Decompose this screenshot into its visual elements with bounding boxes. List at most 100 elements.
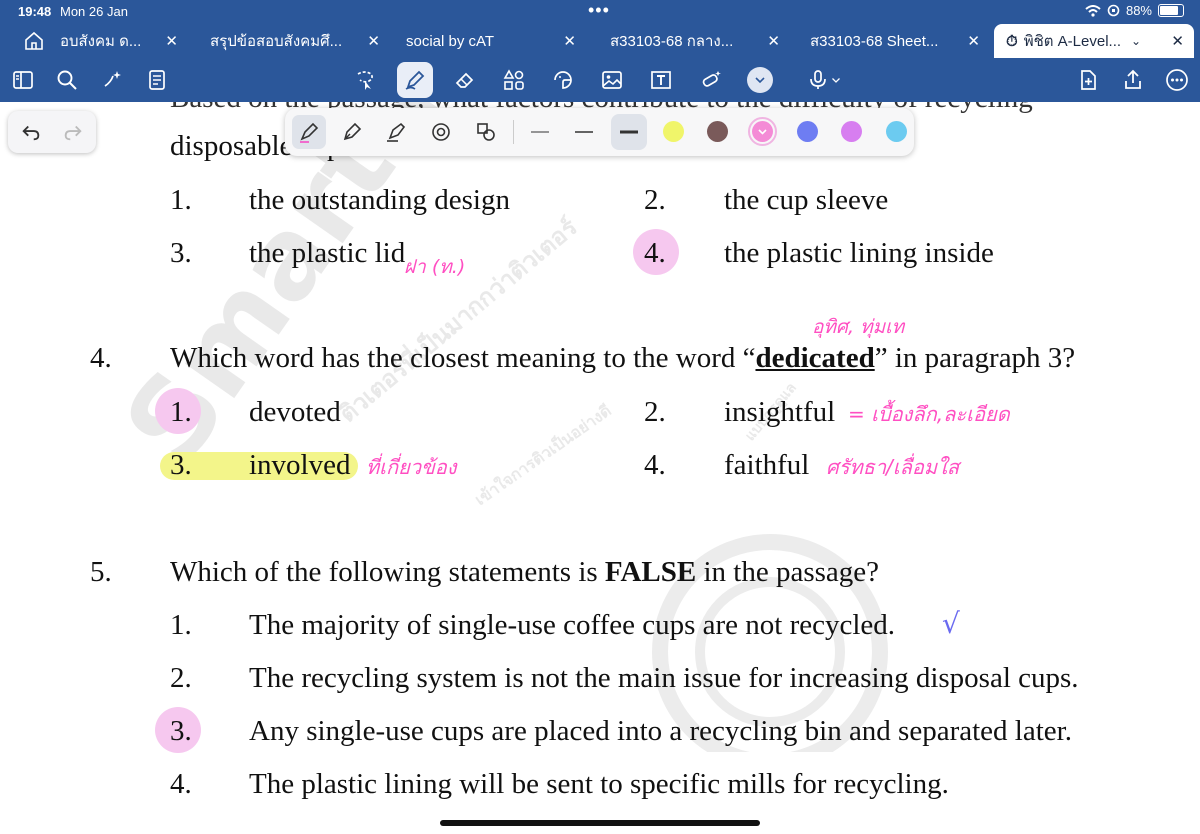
- option-text: involved: [249, 449, 351, 481]
- eraser-icon[interactable]: [450, 65, 480, 95]
- share-icon[interactable]: [1118, 65, 1148, 95]
- document-page[interactable]: Smart Me ติวเตอร์ที่เป็นมากกว่าติวเตอร์ …: [0, 102, 1200, 834]
- shapes-icon[interactable]: [499, 65, 529, 95]
- tab-label: อบสังคม ด...: [60, 33, 142, 50]
- sparkle-icon[interactable]: [98, 65, 128, 95]
- timer-icon: ⏱: [1006, 32, 1018, 50]
- status-date: Mon 26 Jan: [60, 4, 128, 19]
- color-swatch[interactable]: [797, 121, 818, 142]
- option-num: 1.: [170, 396, 192, 428]
- notes-icon[interactable]: [142, 65, 172, 95]
- image-icon[interactable]: [597, 65, 627, 95]
- undo-redo-panel: [8, 111, 96, 153]
- chevron-down-icon[interactable]: ⌄: [1131, 34, 1141, 48]
- option-num: 2.: [644, 184, 666, 216]
- chevron-down-icon: [758, 129, 767, 135]
- multitask-dots-icon[interactable]: •••: [588, 0, 610, 21]
- add-page-icon[interactable]: [1073, 65, 1103, 95]
- question-pre: Which word has the closest meaning to th…: [170, 342, 756, 374]
- tab-4[interactable]: ส33103-68 Sheet... ✕: [810, 24, 990, 58]
- question-pre: Which of the following statements is: [170, 556, 605, 588]
- check-mark-icon: √: [942, 607, 960, 640]
- tab-5-active[interactable]: ⏱ พิชิต A-Level... ⌄ ✕: [994, 24, 1194, 58]
- option-num: 3.: [170, 237, 192, 269]
- close-icon[interactable]: ✕: [767, 32, 780, 50]
- battery-icon: [1158, 4, 1184, 17]
- more-chevron-icon[interactable]: [747, 67, 773, 93]
- highlighter-icon[interactable]: [381, 117, 411, 147]
- question-number: 5.: [90, 556, 112, 588]
- thick-stroke-icon[interactable]: [611, 114, 647, 150]
- handwritten-note: = เบื้องลึก,ละเอียด: [848, 402, 1010, 426]
- status-right: 88%: [1085, 3, 1184, 18]
- option-text: faithful: [724, 449, 810, 481]
- tab-2[interactable]: social by cAT ✕: [406, 24, 586, 58]
- question-number: 4.: [90, 342, 112, 374]
- option-text: The recycling system is not the main iss…: [249, 662, 1079, 694]
- handwritten-note: ที่เกี่ยวข้อง: [366, 455, 457, 479]
- close-icon[interactable]: ✕: [165, 32, 178, 50]
- question-keyword: dedicated: [755, 342, 875, 374]
- option-text: the outstanding design: [249, 184, 510, 216]
- tab-label: พิชิต A-Level...: [1023, 33, 1122, 50]
- divider: [513, 120, 514, 144]
- option-num: 3.: [170, 715, 192, 747]
- tab-1[interactable]: สรุปข้อสอบสังคมศึ... ✕: [210, 24, 390, 58]
- textbox-icon[interactable]: [646, 65, 676, 95]
- tape-icon[interactable]: [696, 65, 726, 95]
- home-icon[interactable]: [22, 29, 46, 53]
- fineliner-icon[interactable]: [292, 115, 326, 149]
- color-swatch[interactable]: [886, 121, 907, 142]
- question-keyword: FALSE: [604, 556, 697, 588]
- status-bar: 19:48 Mon 26 Jan ••• 88%: [0, 0, 1200, 24]
- lasso-icon[interactable]: [350, 65, 380, 95]
- mic-icon[interactable]: [800, 65, 848, 95]
- handwritten-note: ศรัทธา/เลื่อมใส: [826, 455, 960, 479]
- color-swatch[interactable]: [707, 121, 728, 142]
- option-num: 1.: [170, 184, 192, 216]
- chevron-down-icon: [832, 78, 840, 83]
- undo-icon[interactable]: [20, 121, 42, 143]
- toolbar: [0, 58, 1200, 102]
- option-text: insightful: [724, 396, 836, 428]
- home-indicator[interactable]: [440, 820, 760, 826]
- watermark-logo-icon: [652, 534, 888, 752]
- question-post: in the passage?: [696, 556, 880, 588]
- fountain-pen-icon[interactable]: [337, 117, 367, 147]
- search-icon[interactable]: [52, 65, 82, 95]
- question-text: Which of the following statements is FAL…: [170, 556, 879, 589]
- color-swatch[interactable]: [841, 121, 862, 142]
- color-swatch[interactable]: [663, 121, 684, 142]
- thin-stroke-icon[interactable]: [525, 117, 555, 147]
- status-time: 19:48: [18, 4, 52, 19]
- tab-bar: อบสังคม ด... ✕ สรุปข้อสอบสังคมศึ... ✕ so…: [0, 24, 1200, 58]
- pen-tool-icon[interactable]: [397, 62, 433, 98]
- pen-options-panel: [285, 108, 914, 156]
- wifi-icon: [1085, 4, 1101, 17]
- brush-icon[interactable]: [426, 117, 456, 147]
- option-text: Any single-use cups are placed into a re…: [249, 715, 1072, 747]
- battery-percent: 88%: [1125, 3, 1152, 18]
- sidebar-icon[interactable]: [8, 65, 38, 95]
- redo-icon[interactable]: [62, 121, 84, 143]
- medium-stroke-icon[interactable]: [569, 117, 599, 147]
- option-text: The plastic lining will be sent to speci…: [249, 768, 949, 800]
- option-text: devoted: [249, 396, 341, 428]
- close-icon[interactable]: ✕: [367, 32, 380, 50]
- option-text: the plastic lid: [249, 237, 406, 269]
- more-icon[interactable]: [1162, 65, 1192, 95]
- close-icon[interactable]: ✕: [1171, 32, 1184, 50]
- color-swatch-selected[interactable]: [748, 117, 777, 146]
- tab-3[interactable]: ส33103-68 กลาง... ✕: [610, 24, 790, 58]
- shape-pen-icon[interactable]: [471, 117, 501, 147]
- sticker-icon[interactable]: [548, 65, 578, 95]
- close-icon[interactable]: ✕: [967, 32, 980, 50]
- battery-fill: [1160, 6, 1178, 15]
- question-text: Which word has the closest meaning to th…: [170, 342, 1075, 375]
- handwritten-note: อุทิศ, ทุ่มเท: [812, 316, 905, 338]
- tab-0[interactable]: อบสังคม ด... ✕: [60, 24, 188, 58]
- option-text: the cup sleeve: [724, 184, 889, 216]
- close-icon[interactable]: ✕: [563, 32, 576, 50]
- option-num: 4.: [644, 449, 666, 481]
- tab-label: ส33103-68 กลาง...: [610, 33, 734, 50]
